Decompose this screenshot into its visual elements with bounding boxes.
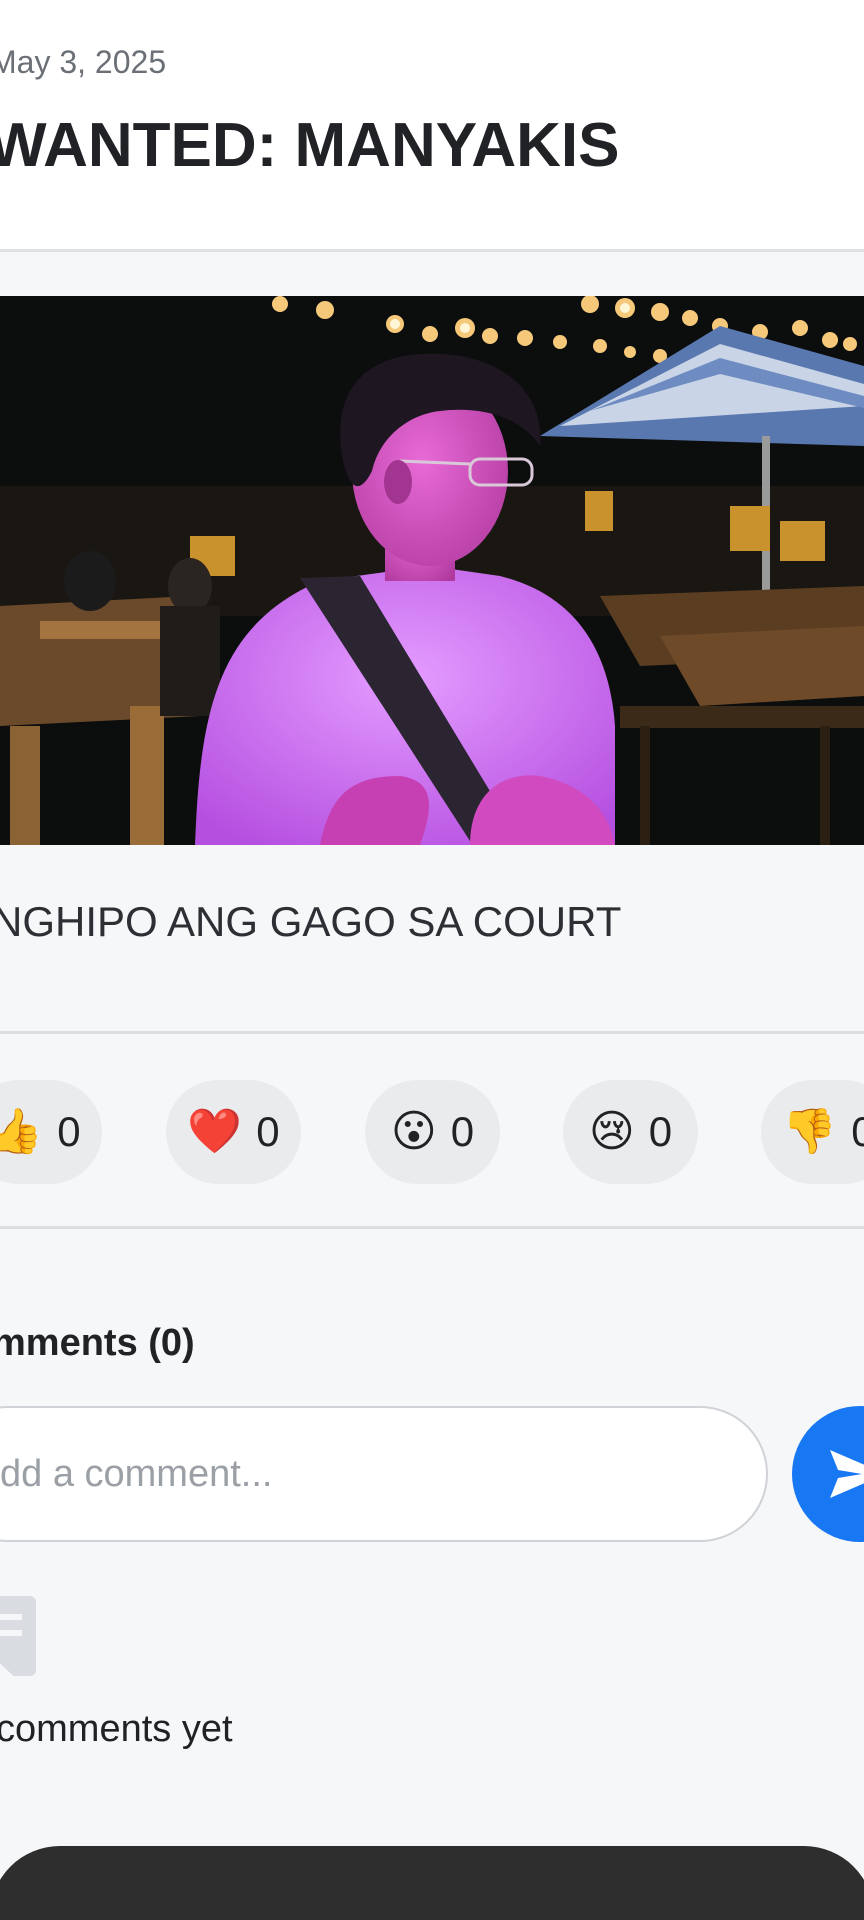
bottom-sheet-bar[interactable] [0, 1846, 864, 1920]
reaction-thumbs-up-button[interactable]: 👍 0 [0, 1080, 102, 1184]
comment-input[interactable] [0, 1406, 768, 1542]
surprised-face-icon: 😮 [390, 1107, 437, 1156]
thumbs-down-icon: 👎 [782, 1107, 838, 1156]
reaction-heart-button[interactable]: ❤️ 0 [166, 1080, 301, 1184]
reaction-thumbs-down-button[interactable]: 👎 0 [761, 1080, 864, 1184]
send-icon [830, 1450, 864, 1498]
divider [0, 1226, 864, 1229]
divider [0, 1031, 864, 1034]
post-title: WANTED: MANYAKIS [0, 111, 620, 180]
reaction-count: 0 [851, 1108, 864, 1155]
reaction-surprised-button[interactable]: 😮 0 [365, 1080, 500, 1184]
thumbs-up-icon: 👍 [0, 1107, 44, 1156]
post-photo-image [0, 296, 864, 845]
post-date: May 3, 2025 [0, 44, 167, 80]
heart-icon: ❤️ [187, 1107, 243, 1156]
crying-face-icon: 😢 [588, 1107, 635, 1156]
no-comments-text: comments yet [0, 1708, 233, 1750]
reaction-count: 0 [648, 1108, 673, 1155]
post-header: May 3, 2025 WANTED: MANYAKIS [0, 0, 864, 252]
post-detail-page: May 3, 2025 WANTED: MANYAKIS NGHIPO ANG … [0, 0, 864, 1920]
no-comments-icon [0, 1596, 38, 1701]
reaction-crying-button[interactable]: 😢 0 [563, 1080, 698, 1184]
reaction-count: 0 [57, 1108, 81, 1155]
comments-heading: mments (0) [0, 1322, 195, 1364]
reaction-bar: 👍 0 ❤️ 0 😮 0 😢 0 👎 0 [0, 1080, 864, 1184]
reaction-count: 0 [256, 1108, 280, 1155]
reaction-count: 0 [450, 1108, 475, 1155]
send-comment-button[interactable] [792, 1406, 864, 1542]
post-body-text: NGHIPO ANG GAGO SA COURT [0, 898, 622, 945]
post-photo[interactable] [0, 296, 864, 845]
